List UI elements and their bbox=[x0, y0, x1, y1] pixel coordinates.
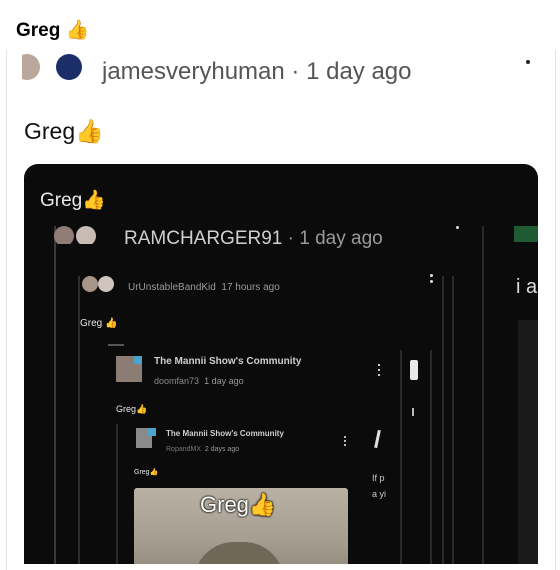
side-panel bbox=[518, 320, 538, 564]
more-vertical-icon bbox=[344, 444, 346, 446]
meme-image: Greg👍 bbox=[134, 488, 348, 564]
comment-body: Greg👍 bbox=[24, 118, 104, 144]
post-title: Greg 👍 bbox=[16, 20, 90, 41]
divider bbox=[452, 276, 454, 564]
nested-username: UrUnstableBandKid bbox=[128, 282, 216, 293]
meme-caption: Greg👍 bbox=[200, 492, 277, 517]
avatar bbox=[82, 276, 118, 294]
nested-time: · 1 day ago bbox=[287, 228, 383, 249]
more-vertical-icon bbox=[378, 374, 380, 376]
nested-time: 1 day ago bbox=[204, 376, 244, 386]
more-vertical-icon bbox=[344, 440, 346, 442]
nested-comment-meta: UrUnstableBandKid 17 hours ago bbox=[128, 282, 280, 293]
nested-comment-meta: doomfan73 1 day ago bbox=[154, 376, 244, 386]
nested-comment-body: Greg👍 bbox=[116, 404, 148, 414]
community-name: The Mannii Show's Community bbox=[154, 356, 302, 367]
comment-time: · 1 day ago bbox=[291, 58, 412, 85]
avatar bbox=[514, 226, 538, 242]
more-vertical-icon bbox=[378, 364, 380, 366]
side-bar bbox=[374, 429, 381, 449]
video-caption: Greg👍 bbox=[40, 190, 106, 211]
avatar bbox=[22, 54, 40, 80]
meme-figure bbox=[194, 542, 284, 564]
more-vertical-icon bbox=[344, 436, 346, 438]
side-text: i a bbox=[516, 276, 538, 298]
nested-time: 2 days ago bbox=[204, 446, 240, 453]
thread-line bbox=[54, 226, 56, 564]
divider bbox=[482, 226, 484, 564]
comment-meta: jamesveryhuman · 1 day ago bbox=[102, 58, 412, 86]
nested-comment-meta: RopandMX 2 days ago bbox=[166, 446, 239, 453]
side-bar bbox=[410, 360, 418, 380]
more-vertical-icon bbox=[378, 369, 380, 371]
nested-comment-meta: RAMCHARGER91 · 1 day ago bbox=[124, 228, 383, 250]
more-vertical-icon bbox=[456, 226, 459, 229]
thread-line bbox=[116, 424, 118, 564]
nested-comment-body: Greg👍 bbox=[134, 469, 159, 476]
community-name: The Mannii Show's Community bbox=[166, 429, 284, 438]
more-vertical-icon[interactable] bbox=[526, 60, 530, 64]
nested-username: RopandMX bbox=[166, 446, 202, 453]
avatar bbox=[56, 54, 82, 80]
video-player[interactable]: Greg👍 RAMCHARGER91 · 1 day ago i a UrUns… bbox=[24, 164, 538, 564]
comment-username[interactable]: jamesveryhuman bbox=[102, 58, 285, 85]
avatar bbox=[148, 428, 156, 436]
nested-username: RAMCHARGER91 bbox=[124, 228, 283, 249]
nested-comment-body: Greg 👍 bbox=[80, 318, 118, 329]
divider bbox=[430, 350, 432, 564]
nested-time: 17 hours ago bbox=[221, 282, 280, 293]
divider bbox=[108, 344, 124, 346]
avatar bbox=[134, 356, 142, 364]
nested-username: doomfan73 bbox=[154, 376, 200, 386]
avatar bbox=[54, 226, 102, 244]
more-vertical-icon bbox=[430, 280, 433, 283]
commenter-avatars[interactable] bbox=[22, 54, 84, 80]
divider bbox=[400, 350, 402, 564]
side-text: If p a yi bbox=[372, 473, 387, 499]
divider bbox=[412, 408, 414, 416]
divider bbox=[442, 276, 444, 564]
more-vertical-icon bbox=[430, 274, 433, 277]
